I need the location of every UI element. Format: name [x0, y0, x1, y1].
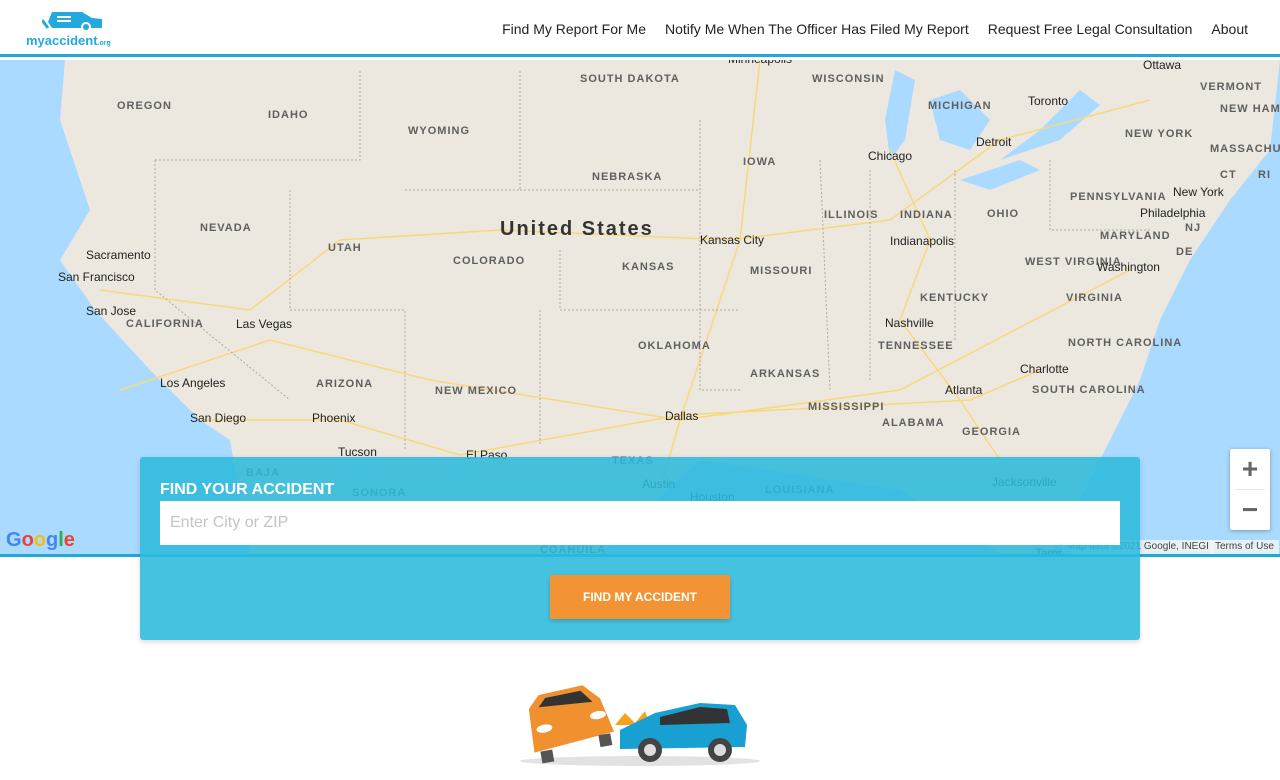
map-state-label: ILLINOIS — [824, 209, 879, 221]
search-title: FIND YOUR ACCIDENT — [160, 481, 335, 498]
map-state-label: PENNSYLVANIA — [1070, 191, 1167, 203]
find-my-accident-button[interactable]: FIND MY ACCIDENT — [550, 575, 730, 619]
map-city-label: Atlanta — [945, 383, 983, 397]
nav-find-my-report[interactable]: Find My Report For Me — [502, 21, 646, 37]
map-country-label: United States — [500, 218, 654, 240]
map-city-label: Minneapolis — [728, 60, 792, 66]
map-state-label: MICHIGAN — [928, 100, 992, 112]
map-city-label: Philadelphia — [1140, 206, 1206, 220]
map-state-label: ARKANSAS — [750, 368, 821, 380]
nav-about[interactable]: About — [1211, 21, 1248, 37]
map-state-label: OKLAHOMA — [638, 340, 711, 352]
map-state-label: COLORADO — [453, 255, 526, 267]
map-state-label: VIRGINIA — [1066, 292, 1123, 304]
map-state-label: UTAH — [328, 242, 362, 254]
map-state-label: KANSAS — [622, 261, 675, 273]
map-city-label: Los Angeles — [160, 376, 226, 390]
map-state-label: INDIANA — [900, 209, 953, 221]
map-state-label: WYOMING — [408, 125, 470, 137]
city-zip-input[interactable] — [160, 501, 1120, 545]
map-state-label: TENNESSEE — [878, 340, 954, 352]
map-state-label: NEW MEXICO — [435, 385, 518, 397]
map-state-label: CT — [1220, 169, 1237, 181]
map-state-label: RI — [1258, 169, 1271, 181]
main-nav: Find My Report For Me Notify Me When The… — [502, 21, 1248, 37]
map-city-label: New York — [1173, 185, 1224, 199]
zoom-out-button[interactable]: − — [1230, 490, 1270, 530]
map-city-label: San Jose — [86, 304, 137, 318]
map-state-label: NEW HAMPSHIRE — [1220, 103, 1280, 115]
map-state-label: MARYLAND — [1100, 230, 1171, 242]
map-city-label: Indianapolis — [890, 234, 955, 248]
map-city-label: San Francisco — [58, 270, 135, 284]
map-state-label: OREGON — [117, 100, 172, 112]
nav-legal-consultation[interactable]: Request Free Legal Consultation — [988, 21, 1193, 37]
map-city-label: Washington — [1097, 260, 1160, 274]
map-state-label: ARIZONA — [316, 378, 374, 390]
map-city-label: Charlotte — [1020, 362, 1069, 376]
terms-of-use-link[interactable]: Terms of Use — [1210, 540, 1279, 554]
map-state-label: SOUTH DAKOTA — [580, 73, 680, 85]
header: myaccident.org Find My Report For Me Not… — [0, 0, 1280, 57]
map-city-label: Phoenix — [312, 411, 356, 425]
map-state-label: MISSISSIPPI — [808, 401, 885, 413]
map-state-label: OHIO — [987, 208, 1020, 220]
map-state-label: IOWA — [743, 156, 777, 168]
map-state-label: NEW YORK — [1125, 128, 1194, 140]
search-panel: FIND YOUR ACCIDENT FIND MY ACCIDENT — [140, 457, 1140, 640]
map-city-label: Chicago — [868, 149, 913, 163]
map-state-label: GEORGIA — [962, 426, 1021, 438]
map-city-label: Dallas — [665, 409, 699, 423]
map-state-label: MASSACHUSETTS — [1210, 143, 1280, 155]
car-icon — [42, 12, 102, 32]
map-state-label: DE — [1176, 246, 1194, 258]
map-state-label: NJ — [1185, 222, 1202, 234]
map-state-label: MISSOURI — [750, 265, 813, 277]
logo-suffix: .org — [97, 40, 111, 47]
map-city-label: Kansas City — [700, 233, 765, 247]
map-city-label: Ottawa — [1143, 60, 1182, 72]
map-state-label: ALABAMA — [882, 417, 945, 429]
logo[interactable]: myaccident.org — [24, 8, 111, 50]
google-logo[interactable]: Google — [6, 529, 75, 552]
map-city-label: San Diego — [190, 411, 247, 425]
logo-text: myaccident — [26, 33, 98, 48]
car-crash-illustration — [520, 685, 760, 766]
map-city-label: Toronto — [1028, 94, 1069, 108]
map-state-label: NEBRASKA — [592, 171, 663, 183]
map-state-label: CALIFORNIA — [126, 318, 204, 330]
map-zoom-control: + − — [1230, 449, 1270, 530]
map-state-label: SOUTH CAROLINA — [1032, 384, 1146, 396]
map-state-label: WISCONSIN — [812, 73, 885, 85]
map-city-label: Detroit — [976, 135, 1012, 149]
nav-notify-me[interactable]: Notify Me When The Officer Has Filed My … — [665, 21, 969, 37]
map-state-label: NEVADA — [200, 222, 252, 234]
map-city-label: Sacramento — [86, 248, 151, 262]
map-city-label: Las Vegas — [236, 317, 293, 331]
map-state-label: KENTUCKY — [920, 292, 990, 304]
map-state-label: VERMONT — [1200, 81, 1262, 93]
map-state-label: NORTH CAROLINA — [1068, 337, 1183, 349]
map-city-label: Nashville — [885, 316, 934, 330]
map-state-label: IDAHO — [268, 109, 309, 121]
zoom-in-button[interactable]: + — [1230, 449, 1270, 489]
